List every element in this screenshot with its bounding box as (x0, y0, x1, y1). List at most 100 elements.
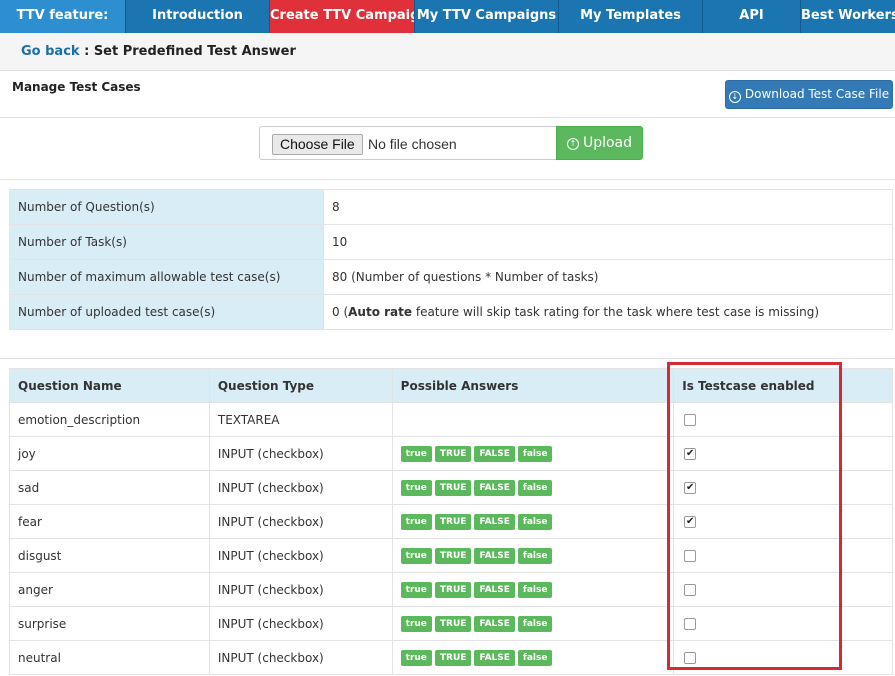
answer-badge: TRUE (434, 480, 472, 496)
go-back-link[interactable]: Go back (21, 44, 80, 59)
answer-badge: TRUE (434, 514, 472, 530)
answer-badge: FALSE (474, 446, 515, 462)
answer-badge: false (517, 548, 553, 564)
row-value: 80 (Number of questions * Number of task… (323, 259, 893, 295)
questions-body: emotion_description TEXTAREA joy INPUT (che… (9, 402, 893, 675)
row-value: 10 (323, 224, 893, 260)
answer-badge: FALSE (474, 650, 515, 666)
question-name: disgust (9, 538, 210, 573)
testcase-enabled-checkbox[interactable] (684, 584, 697, 596)
divider (0, 358, 895, 359)
answer-badge: FALSE (474, 616, 515, 632)
col-question-name: Question Name (9, 368, 210, 403)
col-testcase-enabled: Is Testcase enabled (673, 368, 893, 403)
value-prefix: 0 ( (332, 305, 349, 319)
answer-badge: true (400, 480, 432, 496)
answer-badge: false (517, 616, 553, 632)
answer-badge: FALSE (474, 480, 515, 496)
question-type: TEXTAREA (208, 402, 393, 437)
testcase-enabled-checkbox[interactable] (684, 652, 697, 664)
table-row: Number of uploaded test case(s) 0 (Auto … (9, 294, 893, 330)
nav-create-campaign[interactable]: Create TTV Campaign (270, 0, 415, 33)
download-test-case-button[interactable]: ↓ Download Test Case File (725, 80, 893, 109)
answer-badge: true (400, 548, 432, 564)
choose-file-button[interactable]: Choose File (272, 134, 363, 155)
question-name: emotion_description (9, 402, 210, 437)
testcase-enabled-cell (673, 572, 893, 607)
nav-api[interactable]: API (703, 0, 801, 33)
nav-my-campaigns[interactable]: My TTV Campaigns (415, 0, 559, 33)
question-name: anger (9, 572, 210, 607)
question-name: surprise (9, 606, 210, 641)
col-question-type: Question Type (208, 368, 393, 403)
manage-header: Manage Test Cases ↓ Download Test Case Fi… (0, 71, 895, 118)
testcase-enabled-cell (673, 606, 893, 641)
row-label: Number of uploaded test case(s) (9, 294, 324, 330)
nav-feature-label: TTV feature: (0, 0, 126, 33)
header-row: Question Name Question Type Possible Ans… (9, 368, 893, 403)
answer-badge: true (400, 616, 432, 632)
upload-row: Choose File No file chosen ↑ Upload (0, 118, 895, 180)
value-suffix: feature will skip task rating for the ta… (412, 305, 820, 319)
testcase-enabled-cell (673, 402, 893, 437)
testcase-enabled-checkbox[interactable]: ✔ (684, 448, 697, 460)
testcase-enabled-checkbox[interactable]: ✔ (684, 482, 697, 494)
answer-badge: false (517, 514, 553, 530)
question-type: INPUT (checkbox) (208, 572, 393, 607)
question-type: INPUT (checkbox) (208, 470, 393, 505)
table-row: Number of Task(s) 10 (9, 224, 893, 260)
download-label: Download Test Case File (744, 87, 890, 101)
question-name: sad (9, 470, 210, 505)
answer-badge: true (400, 514, 432, 530)
testcase-enabled-cell: ✔ (673, 436, 893, 471)
question-type: INPUT (checkbox) (208, 436, 393, 471)
top-nav: TTV feature: Introduction Create TTV Cam… (0, 0, 895, 33)
nav-introduction[interactable]: Introduction (126, 0, 270, 33)
possible-answers: true TRUE FALSE false (391, 436, 675, 471)
file-status: No file chosen (368, 136, 457, 152)
answer-badge: true (400, 650, 432, 666)
table-row: Number of Question(s) 8 (9, 189, 893, 225)
download-icon: ↓ (728, 91, 741, 103)
file-input[interactable]: Choose File No file chosen (259, 126, 557, 160)
question-type: INPUT (checkbox) (208, 504, 393, 539)
col-possible-answers: Possible Answers (391, 368, 675, 403)
table-row: surprise INPUT (checkbox) true TRUE FALSE fal… (9, 606, 893, 641)
testcase-enabled-cell: ✔ (673, 504, 893, 539)
answer-badge: false (517, 446, 553, 462)
question-type: INPUT (checkbox) (208, 538, 393, 573)
row-label: Number of Question(s) (9, 189, 324, 225)
questions-table: Question Name Question Type Possible Ans… (9, 368, 893, 675)
row-value: 8 (323, 189, 893, 225)
possible-answers: true TRUE FALSE false (391, 572, 675, 607)
testcase-enabled-cell: ✔ (673, 470, 893, 505)
question-name: neutral (9, 640, 210, 675)
answer-badge: FALSE (474, 514, 515, 530)
testcase-enabled-checkbox[interactable]: ✔ (684, 516, 697, 528)
answer-badge: FALSE (474, 548, 515, 564)
nav-best-workers[interactable]: Best Workers (801, 0, 895, 33)
answer-badge: TRUE (434, 446, 472, 462)
question-name: fear (9, 504, 210, 539)
testcase-enabled-checkbox[interactable] (684, 414, 697, 426)
table-row: disgust INPUT (checkbox) true TRUE FALSE fals… (9, 538, 893, 573)
table-row: joy INPUT (checkbox) true TRUE FALSE false ✔ (9, 436, 893, 471)
testcase-enabled-cell (673, 538, 893, 573)
table-row: sad INPUT (checkbox) true TRUE FALSE false ✔ (9, 470, 893, 505)
possible-answers: true TRUE FALSE false (391, 470, 675, 505)
summary-table: Number of Question(s) 8 Number of Task(s… (9, 189, 893, 330)
nav-my-templates[interactable]: My Templates (559, 0, 703, 33)
question-type: INPUT (checkbox) (208, 640, 393, 675)
possible-answers: true TRUE FALSE false (391, 504, 675, 539)
possible-answers: true TRUE FALSE false (391, 538, 675, 573)
question-name: joy (9, 436, 210, 471)
answer-badge: TRUE (434, 650, 472, 666)
upload-button[interactable]: ↑ Upload (556, 126, 643, 160)
table-row: Number of maximum allowable test case(s)… (9, 259, 893, 295)
answer-badge: TRUE (434, 548, 472, 564)
answer-badge: true (400, 582, 432, 598)
testcase-enabled-checkbox[interactable] (684, 618, 697, 630)
testcase-enabled-checkbox[interactable] (684, 550, 697, 562)
row-value: 0 (Auto rate feature will skip task rati… (323, 294, 893, 330)
testcase-enabled-cell (673, 640, 893, 675)
